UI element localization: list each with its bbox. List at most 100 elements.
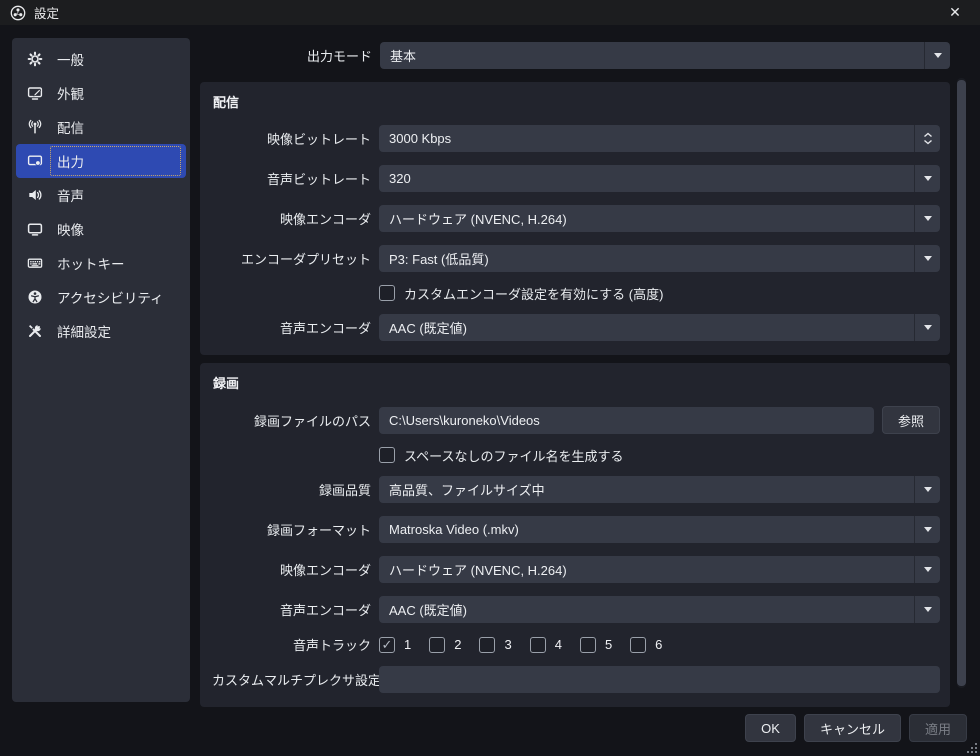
- output-mode-row: 出力モード 基本: [200, 42, 950, 69]
- chevron-down-icon: [924, 42, 950, 69]
- rec-video-encoder-label: 映像エンコーダ: [212, 560, 379, 579]
- rec-video-encoder-value: ハードウェア (NVENC, H.264): [389, 560, 567, 579]
- rec-video-encoder-select[interactable]: ハードウェア (NVENC, H.264): [379, 556, 940, 583]
- recording-format-select[interactable]: Matroska Video (.mkv): [379, 516, 940, 543]
- close-icon[interactable]: ✕: [940, 0, 970, 25]
- audio-track-2-label: 2: [454, 637, 461, 652]
- sidebar-item-appearance[interactable]: 外観: [16, 76, 186, 110]
- vertical-scrollbar[interactable]: [957, 78, 966, 688]
- recording-group: 録画 録画ファイルのパス 参照 スペースなしのファイル名を生成する 録画品質 高…: [200, 363, 950, 707]
- appearance-icon: [26, 85, 43, 102]
- chevron-down-icon: [914, 245, 940, 272]
- sidebar-item-advanced[interactable]: 詳細設定: [16, 314, 186, 348]
- chevron-down-icon: [914, 314, 940, 341]
- stream-video-encoder-select[interactable]: ハードウェア (NVENC, H.264): [379, 205, 940, 232]
- recording-quality-value: 高品質、ファイルサイズ中: [389, 480, 545, 499]
- audio-track-1-label: 1: [404, 637, 411, 652]
- sidebar-item-output[interactable]: 出力: [16, 144, 186, 178]
- video-icon: [26, 221, 43, 238]
- sidebar-item-label: 音声: [50, 180, 181, 210]
- sidebar-item-hotkeys[interactable]: ホットキー: [16, 246, 186, 280]
- rec-video-encoder-row: 映像エンコーダ ハードウェア (NVENC, H.264): [212, 556, 940, 583]
- recording-quality-select[interactable]: 高品質、ファイルサイズ中: [379, 476, 940, 503]
- audio-tracks-row: 音声トラック 1 2 3 4 5 6: [212, 636, 940, 653]
- rec-audio-encoder-select[interactable]: AAC (既定値): [379, 596, 940, 623]
- output-settings-page: 出力モード 基本 配信 映像ビットレート 3000 Kbps 音声ビットレート …: [200, 42, 950, 707]
- output-mode-select[interactable]: 基本: [380, 42, 950, 69]
- sidebar-item-label: 出力: [50, 146, 181, 176]
- gear-icon: [26, 51, 43, 68]
- settings-sidebar: 一般 外観 配信: [12, 38, 190, 702]
- cancel-button[interactable]: キャンセル: [804, 714, 901, 742]
- custom-muxer-label: カスタムマルチプレクサ設定: [212, 670, 379, 689]
- custom-muxer-input[interactable]: [379, 666, 940, 693]
- sidebar-item-label: ホットキー: [50, 248, 181, 278]
- encoder-preset-select[interactable]: P3: Fast (低品質): [379, 245, 940, 272]
- audio-track-6-checkbox[interactable]: [630, 637, 646, 653]
- audio-icon: [26, 187, 43, 204]
- audio-track-3-checkbox[interactable]: [479, 637, 495, 653]
- scrollbar-thumb[interactable]: [957, 80, 966, 686]
- output-mode-label: 出力モード: [200, 46, 380, 65]
- apply-button[interactable]: 適用: [909, 714, 967, 742]
- stream-video-encoder-value: ハードウェア (NVENC, H.264): [389, 209, 567, 228]
- output-mode-value: 基本: [390, 46, 416, 65]
- streaming-group-title: 配信: [213, 92, 940, 111]
- resize-grip[interactable]: [965, 741, 977, 753]
- sidebar-item-video[interactable]: 映像: [16, 212, 186, 246]
- title-bar: 設定 ✕: [0, 0, 980, 25]
- sidebar-item-accessibility[interactable]: アクセシビリティ: [16, 280, 186, 314]
- stream-audio-encoder-row: 音声エンコーダ AAC (既定値): [212, 314, 940, 341]
- audio-track-4-checkbox[interactable]: [530, 637, 546, 653]
- audio-bitrate-label: 音声ビットレート: [212, 169, 379, 188]
- no-space-filename-checkbox[interactable]: [379, 447, 395, 463]
- recording-path-input[interactable]: [379, 407, 874, 434]
- sidebar-item-stream[interactable]: 配信: [16, 110, 186, 144]
- sidebar-item-audio[interactable]: 音声: [16, 178, 186, 212]
- audio-track-5-checkbox[interactable]: [580, 637, 596, 653]
- recording-group-title: 録画: [213, 373, 940, 392]
- custom-encoder-checkbox-label: カスタムエンコーダ設定を有効にする (高度): [404, 284, 663, 303]
- no-space-filename-row: スペースなしのファイル名を生成する: [212, 447, 940, 463]
- custom-encoder-checkbox[interactable]: [379, 285, 395, 301]
- video-bitrate-value: 3000 Kbps: [389, 131, 451, 146]
- recording-quality-label: 録画品質: [212, 480, 379, 499]
- recording-path-row: 録画ファイルのパス 参照: [212, 406, 940, 434]
- stream-icon: [26, 119, 43, 136]
- audio-track-2-checkbox[interactable]: [429, 637, 445, 653]
- stream-video-encoder-label: 映像エンコーダ: [212, 209, 379, 228]
- sidebar-item-label: 配信: [50, 112, 181, 142]
- video-bitrate-label: 映像ビットレート: [212, 129, 379, 148]
- encoder-preset-value: P3: Fast (低品質): [389, 249, 489, 268]
- audio-bitrate-value: 320: [389, 171, 411, 186]
- dialog-buttons: OK キャンセル 適用: [745, 714, 967, 742]
- stream-audio-encoder-select[interactable]: AAC (既定値): [379, 314, 940, 341]
- audio-track-3-label: 3: [504, 637, 511, 652]
- sidebar-item-label: 映像: [50, 214, 181, 244]
- no-space-filename-checkbox-label: スペースなしのファイル名を生成する: [404, 446, 623, 465]
- obs-logo-icon: [10, 5, 26, 21]
- sidebar-item-label: アクセシビリティ: [50, 282, 181, 312]
- audio-track-4-label: 4: [555, 637, 562, 652]
- browse-button[interactable]: 参照: [882, 406, 940, 434]
- accessibility-icon: [26, 289, 43, 306]
- streaming-group: 配信 映像ビットレート 3000 Kbps 音声ビットレート 320 映像エンコ…: [200, 82, 950, 355]
- video-bitrate-row: 映像ビットレート 3000 Kbps: [212, 125, 940, 152]
- stream-audio-encoder-label: 音声エンコーダ: [212, 318, 379, 337]
- video-bitrate-spinner[interactable]: 3000 Kbps: [379, 125, 940, 152]
- audio-bitrate-select[interactable]: 320: [379, 165, 940, 192]
- ok-button[interactable]: OK: [745, 714, 796, 742]
- sidebar-item-general[interactable]: 一般: [16, 42, 186, 76]
- spinner-arrows-icon[interactable]: [914, 125, 940, 152]
- output-icon: [26, 153, 43, 170]
- recording-format-row: 録画フォーマット Matroska Video (.mkv): [212, 516, 940, 543]
- recording-path-label: 録画ファイルのパス: [212, 411, 379, 430]
- chevron-down-icon: [914, 516, 940, 543]
- hotkeys-icon: [26, 255, 43, 272]
- audio-track-1-checkbox[interactable]: [379, 637, 395, 653]
- recording-quality-row: 録画品質 高品質、ファイルサイズ中: [212, 476, 940, 503]
- chevron-down-icon: [914, 596, 940, 623]
- chevron-down-icon: [914, 556, 940, 583]
- window-title: 設定: [34, 3, 59, 22]
- custom-muxer-row: カスタムマルチプレクサ設定: [212, 666, 940, 693]
